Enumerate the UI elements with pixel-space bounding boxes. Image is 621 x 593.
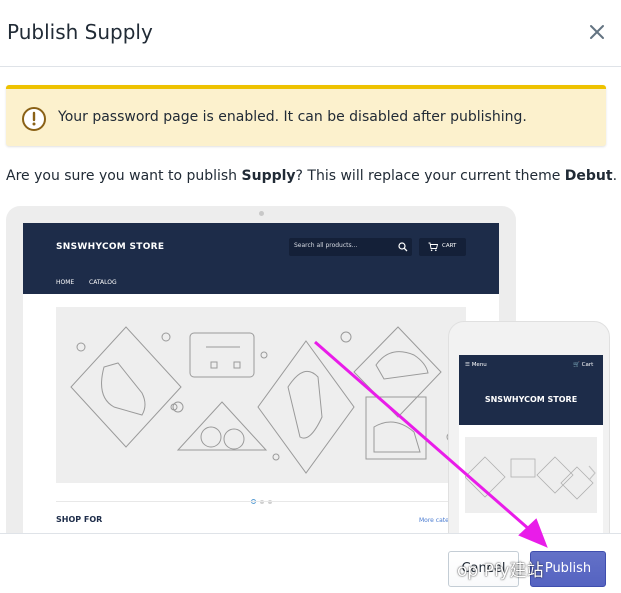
store-cart-label: CART: [442, 243, 457, 249]
banner-message: Your password page is enabled. It can be…: [58, 109, 527, 125]
desktop-preview: SNSWHYCOM STORE Search all products... C…: [6, 206, 516, 536]
store-search-placeholder: Search all products...: [294, 242, 358, 249]
modal-footer: Cancel Publish: [0, 533, 621, 593]
store-logo: SNSWHYCOM STORE: [56, 242, 165, 252]
mobile-store-header: ☰ Menu 🛒 Cart SNSWHYCOM STORE: [459, 355, 603, 425]
store-nav-catalog: CATALOG: [89, 279, 117, 286]
store-nav-home: HOME: [56, 279, 75, 286]
store-hero-illustration: [56, 307, 466, 483]
password-warning-banner: Your password page is enabled. It can be…: [6, 85, 606, 146]
cart-icon: [428, 242, 438, 252]
modal-title: Publish Supply: [7, 20, 153, 44]
warning-icon: [22, 107, 46, 131]
laptop-camera: [259, 211, 264, 216]
publish-button[interactable]: Publish: [530, 551, 606, 587]
chevron-right-icon: [588, 465, 596, 481]
cancel-button[interactable]: Cancel: [448, 551, 519, 587]
store-divider: [56, 501, 466, 502]
desktop-screen: SNSWHYCOM STORE Search all products... C…: [23, 223, 499, 536]
mobile-preview: ☰ Menu 🛒 Cart SNSWHYCOM STORE: [448, 321, 610, 561]
store-search-bar: Search all products...: [289, 238, 412, 256]
shoes-bags-illustration: [70, 326, 456, 474]
mobile-store-logo: SNSWHYCOM STORE: [484, 395, 578, 404]
new-theme-name: Supply: [241, 168, 296, 184]
publish-confirmation-text: Are you sure you want to publish Supply?…: [6, 168, 618, 184]
modal-header: Publish Supply: [0, 0, 621, 67]
mobile-illustration: [464, 456, 594, 500]
current-theme-name: Debut: [564, 168, 613, 184]
close-icon[interactable]: [585, 20, 609, 44]
shop-for-heading: SHOP FOR: [56, 515, 103, 524]
store-header: SNSWHYCOM STORE Search all products... C…: [23, 223, 499, 294]
mobile-cart-label: 🛒 Cart: [573, 362, 594, 368]
mobile-hero-illustration: [464, 437, 597, 513]
store-cart-button: CART: [419, 238, 466, 256]
search-icon: [398, 242, 408, 252]
carousel-dots: [251, 489, 276, 508]
mobile-menu-label: ☰ Menu: [465, 362, 487, 368]
mobile-screen: ☰ Menu 🛒 Cart SNSWHYCOM STORE: [459, 355, 603, 555]
